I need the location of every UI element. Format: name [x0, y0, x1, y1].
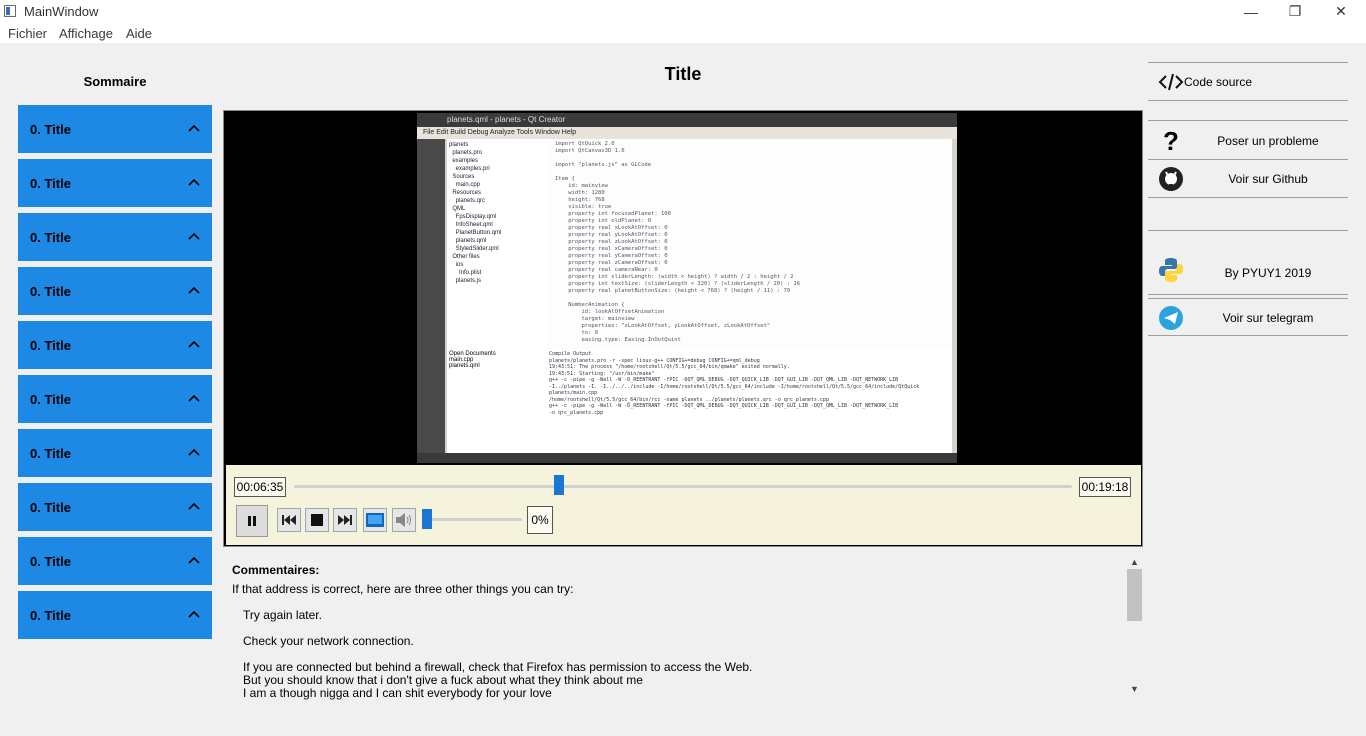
minimize-button[interactable]: — — [1228, 0, 1274, 23]
mute-button[interactable] — [392, 508, 416, 532]
divider — [1148, 120, 1348, 121]
total-time: 00:19:18 — [1079, 477, 1131, 497]
forward-button[interactable] — [333, 508, 357, 532]
window-title: MainWindow — [24, 4, 99, 19]
stop-button[interactable] — [305, 508, 329, 532]
sidebar-item[interactable]: 0. Title — [18, 591, 212, 639]
chevron-up-icon[interactable] — [188, 285, 200, 295]
comments-intro: If that address is correct, here are thr… — [232, 582, 574, 596]
volume-handle[interactable] — [422, 509, 432, 529]
current-time: 00:06:35 — [234, 477, 286, 497]
author-item: By PYUY1 2019 — [1148, 249, 1348, 295]
sidebar-item-label: 0. Title — [30, 230, 71, 245]
scroll-down-icon[interactable]: ▼ — [1126, 683, 1143, 695]
python-icon — [1158, 257, 1184, 283]
sidebar-item[interactable]: 0. Title — [18, 429, 212, 477]
maximize-button[interactable]: ❐ — [1272, 0, 1318, 23]
sidebar-item[interactable]: 0. Title — [18, 537, 212, 585]
menu-aide[interactable]: Aide — [126, 26, 152, 41]
poser-probleme-button[interactable]: ? Poser un probleme — [1148, 122, 1348, 160]
divider — [1148, 230, 1348, 231]
code-icon — [1158, 69, 1184, 95]
github-button[interactable]: Voir sur Github — [1148, 160, 1348, 198]
video-menu-text: File Edit Build Debug Analyze Tools Wind… — [417, 127, 957, 139]
comment-line: Try again later. — [243, 608, 322, 622]
chevron-up-icon[interactable] — [188, 501, 200, 511]
telegram-label: Voir sur telegram — [1222, 311, 1314, 325]
seek-handle[interactable] — [553, 475, 564, 495]
sidebar-item[interactable]: 0. Title — [18, 105, 212, 153]
speaker-icon — [396, 513, 411, 527]
code-source-button[interactable]: Code source — [1148, 63, 1348, 101]
page-title: Title — [664, 64, 702, 84]
chevron-up-icon[interactable] — [188, 123, 200, 133]
poser-probleme-label: Poser un probleme — [1217, 134, 1319, 148]
sidebar-item[interactable]: 0. Title — [18, 159, 212, 207]
chevron-up-icon[interactable] — [188, 447, 200, 457]
sidebar-item-label: 0. Title — [30, 176, 71, 191]
sidebar-item-label: 0. Title — [30, 122, 71, 137]
scroll-up-icon[interactable]: ▲ — [1126, 556, 1143, 568]
app-icon — [4, 5, 16, 17]
fullscreen-button[interactable] — [363, 508, 387, 532]
close-button[interactable]: ✕ — [1318, 0, 1364, 23]
pause-icon — [248, 516, 256, 526]
video-project-tree: planets planets.pro examples examples.pr… — [447, 139, 547, 349]
sidebar-item-label: 0. Title — [30, 392, 71, 407]
sidebar-item-label: 0. Title — [30, 608, 71, 623]
comments-scrollbar[interactable]: ▲ ▼ — [1126, 555, 1143, 697]
chevron-up-icon[interactable] — [188, 393, 200, 403]
rewind-button[interactable] — [277, 508, 301, 532]
chevron-up-icon[interactable] — [188, 177, 200, 187]
comment-line: Check your network connection. — [243, 634, 414, 648]
volume-slider[interactable] — [426, 518, 522, 521]
sidebar-title: Sommaire — [83, 74, 147, 89]
video-mode-bar — [417, 139, 445, 455]
comments-panel: Commentaires: If that address is correct… — [224, 555, 1126, 700]
video-open-documents: Open Documents main.cpp planets.qml — [447, 349, 547, 455]
volume-percent: 0% — [527, 506, 553, 534]
menu-affichage[interactable]: Affichage — [59, 26, 113, 41]
chevron-up-icon[interactable] — [188, 231, 200, 241]
sidebar-item[interactable]: 0. Title — [18, 375, 212, 423]
seek-slider[interactable] — [294, 485, 1072, 488]
telegram-icon — [1158, 305, 1184, 331]
github-icon — [1158, 166, 1184, 192]
pause-button[interactable] — [236, 505, 268, 537]
sidebar-item[interactable]: 0. Title — [18, 267, 212, 315]
question-icon: ? — [1163, 125, 1179, 156]
chevron-up-icon[interactable] — [188, 339, 200, 349]
author-label: By PYUY1 2019 — [1224, 266, 1312, 280]
chevron-up-icon[interactable] — [188, 609, 200, 619]
video-code-editor: import QtQuick 2.0 import QtCanvas3D 1.0… — [547, 139, 952, 349]
comments-title: Commentaires: — [232, 563, 320, 577]
rewind-icon — [282, 515, 296, 525]
player-controls: 00:06:35 00:19:18 0% — [226, 465, 1141, 545]
sidebar-item-label: 0. Title — [30, 284, 71, 299]
video-screen: planets.qml - planets - Qt Creator File … — [417, 113, 957, 463]
telegram-button[interactable]: Voir sur telegram — [1148, 298, 1348, 336]
sidebar-item-label: 0. Title — [30, 500, 71, 515]
video-status-bar — [417, 453, 957, 463]
scroll-thumb[interactable] — [1127, 569, 1142, 621]
sidebar-item[interactable]: 0. Title — [18, 213, 212, 261]
github-label: Voir sur Github — [1228, 172, 1308, 186]
sidebar-item[interactable]: 0. Title — [18, 321, 212, 369]
fast-forward-icon — [338, 515, 352, 525]
stop-icon — [311, 514, 323, 526]
sidebar-item-label: 0. Title — [30, 338, 71, 353]
comment-line: I am a though nigga and I can shit every… — [243, 686, 552, 700]
screen-icon — [366, 513, 384, 527]
menu-fichier[interactable]: Fichier — [8, 26, 47, 41]
chevron-up-icon[interactable] — [188, 555, 200, 565]
video-compile-output: Compile Output planets/planets.pro -r -s… — [547, 349, 952, 455]
code-source-label: Code source — [1184, 75, 1253, 89]
sidebar-item-label: 0. Title — [30, 554, 71, 569]
sidebar-item[interactable]: 0. Title — [18, 483, 212, 531]
title-bar: MainWindow — ❐ ✕ — [0, 0, 1366, 23]
sidebar-item-label: 0. Title — [30, 446, 71, 461]
menu-bar: Fichier Affichage Aide — [0, 23, 1366, 43]
video-window-title: planets.qml - planets - Qt Creator — [417, 113, 957, 127]
